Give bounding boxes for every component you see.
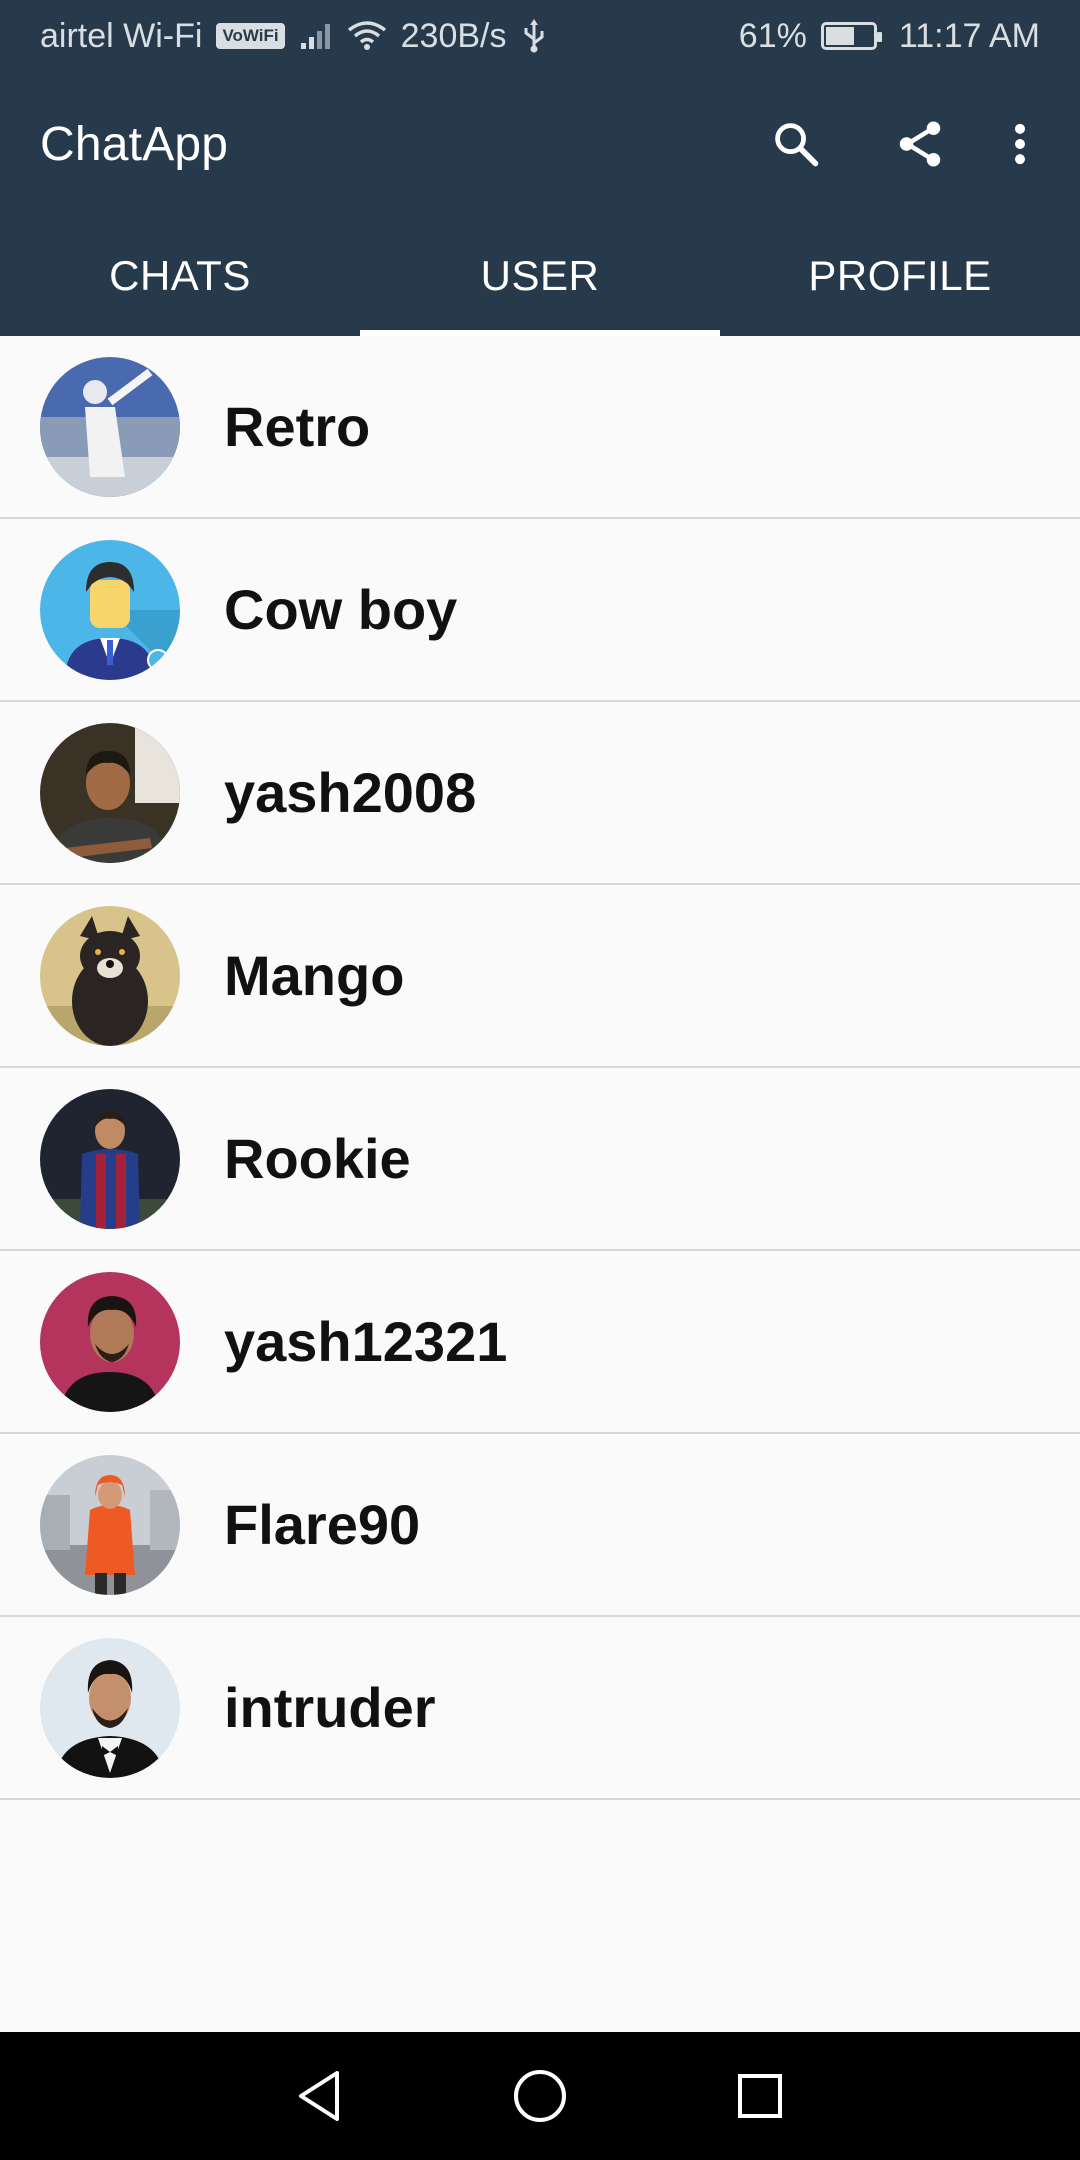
search-button[interactable] (752, 100, 840, 188)
battery-percent: 61% (738, 16, 807, 55)
avatar (40, 905, 180, 1046)
avatar (40, 1637, 180, 1778)
avatar (40, 1088, 180, 1229)
list-item[interactable]: Rookie (0, 1068, 1080, 1251)
user-name: intruder (224, 1676, 436, 1739)
carrier-label: airtel Wi-Fi (40, 16, 203, 55)
avatar (40, 539, 180, 680)
app-actions (752, 100, 1040, 188)
list-item[interactable]: Flare90 (0, 1434, 1080, 1617)
vowifi-badge: VoWiFi (216, 23, 285, 49)
user-name: yash12321 (224, 1310, 508, 1373)
more-vert-icon (1015, 123, 1025, 165)
avatar (40, 356, 180, 497)
list-item[interactable]: yash12321 (0, 1251, 1080, 1434)
avatar (40, 722, 180, 863)
share-button[interactable] (876, 100, 964, 188)
battery-level (825, 27, 854, 45)
status-bar: airtel Wi-Fi VoWiFi 230B/s 61% 11:17 AM (0, 0, 1080, 72)
list-item[interactable]: Retro (0, 336, 1080, 519)
tab-profile[interactable]: PROFILE (720, 216, 1080, 336)
battery-icon (820, 22, 882, 50)
tab-bar: CHATS USER PROFILE (0, 216, 1080, 336)
signal-icon (299, 21, 333, 51)
home-icon (514, 2070, 566, 2122)
more-options-button[interactable] (1000, 100, 1040, 188)
user-list: Retro Cow boy yash2008 Mango Rookie yash… (0, 336, 1080, 1800)
wifi-icon (347, 20, 387, 52)
status-right: 61% 11:17 AM (739, 17, 1040, 56)
search-icon (775, 123, 819, 167)
user-name: Retro (224, 395, 371, 458)
avatar (40, 1454, 180, 1595)
list-item[interactable]: yash2008 (0, 702, 1080, 885)
recents-button[interactable] (700, 2036, 820, 2156)
list-item[interactable]: Mango (0, 885, 1080, 1068)
app-title: ChatApp (40, 117, 229, 171)
home-button[interactable] (480, 2036, 600, 2156)
back-button[interactable] (260, 2036, 380, 2156)
user-name: Rookie (224, 1127, 411, 1190)
user-name: yash2008 (224, 761, 477, 824)
user-name: Cow boy (224, 578, 458, 641)
usb-icon (521, 19, 547, 53)
list-item[interactable]: intruder (0, 1617, 1080, 1800)
app-bar: ChatApp (0, 72, 1080, 216)
status-left: airtel Wi-Fi VoWiFi 230B/s (40, 17, 547, 56)
recents-icon (738, 2074, 782, 2118)
tab-chats[interactable]: CHATS (0, 216, 360, 336)
clock: 11:17 AM (898, 16, 1040, 55)
tab-label: CHATS (109, 252, 251, 299)
network-speed: 230B/s (400, 16, 507, 55)
user-name: Flare90 (224, 1493, 421, 1556)
tab-label: USER (480, 252, 600, 299)
list-item[interactable]: Cow boy (0, 519, 1080, 702)
back-icon (299, 2071, 339, 2121)
share-icon (899, 121, 941, 167)
tab-label: PROFILE (808, 252, 992, 299)
system-nav-bar (0, 2032, 1080, 2160)
screen: airtel Wi-Fi VoWiFi 230B/s 61% 11:17 AM … (0, 0, 1080, 2160)
avatar (40, 1271, 180, 1412)
user-name: Mango (224, 944, 405, 1007)
tab-user[interactable]: USER (360, 216, 720, 336)
